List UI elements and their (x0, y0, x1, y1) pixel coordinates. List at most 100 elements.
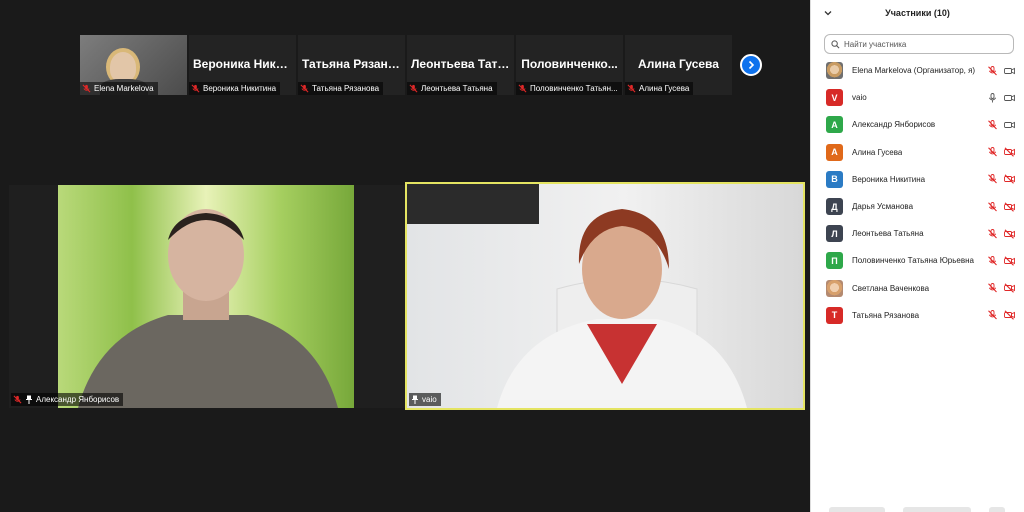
video-tile-vaio[interactable]: vaio (405, 182, 805, 410)
participant-status-icons (987, 283, 1015, 293)
mute-all-button[interactable] (903, 507, 971, 512)
video-tile-label-text: vaio (422, 395, 437, 404)
mic-muted-icon[interactable] (987, 174, 998, 184)
avatar: V (826, 89, 843, 107)
participant-status-icons (987, 228, 1015, 239)
mic-muted-icon[interactable] (987, 147, 998, 157)
avatar (826, 279, 843, 297)
chevron-down-icon[interactable] (823, 8, 833, 18)
participant-status-icons (987, 92, 1015, 103)
video-camera-off-icon[interactable] (1004, 174, 1015, 185)
mic-muted-icon[interactable] (987, 228, 998, 239)
mic-muted-icon[interactable] (987, 283, 998, 293)
video-tile-label: vaio (409, 393, 441, 406)
search-box[interactable] (824, 34, 1014, 54)
participant-row[interactable]: Светлана Ваченкова (811, 275, 1024, 302)
thumbnail-veronika[interactable]: Вероника Ники... Вероника Никитина (189, 35, 296, 95)
video-person-illustration (407, 184, 747, 408)
participant-row[interactable]: Л Леонтьева Татьяна (811, 220, 1024, 247)
panel-footer (811, 506, 1024, 512)
video-camera-off-icon[interactable] (1004, 310, 1015, 320)
thumbnail-big-name: Половинченко... (521, 57, 618, 71)
mic-muted-icon[interactable] (987, 255, 998, 266)
participant-name: Elena Markelova (Организатор, я) (852, 66, 976, 76)
video-feed (58, 185, 354, 408)
pin-icon (412, 395, 418, 404)
participant-status-icons (987, 310, 1015, 320)
video-camera-icon[interactable] (1004, 66, 1015, 76)
mic-icon[interactable] (987, 92, 998, 103)
thumbnail-label: Алина Гусева (625, 82, 694, 95)
thumbnail-label: Вероника Никитина (189, 82, 281, 95)
thumbnail-alina-guseva[interactable]: Алина Гусева Алина Гусева (625, 35, 732, 95)
participant-status-icons (987, 147, 1015, 157)
thumbnail-polovinchenko[interactable]: Половинченко... Половинченко Татьян... (516, 35, 623, 95)
thumbnail-label-text: Половинченко Татьян... (530, 84, 618, 93)
thumbnail-label: Леонтьева Татьяна (407, 82, 497, 95)
video-camera-off-icon[interactable] (1004, 147, 1015, 157)
participant-name: Александр Янборисов (852, 120, 936, 130)
thumbnail-label-text: Алина Гусева (639, 84, 690, 93)
participant-status-icons (987, 201, 1015, 212)
video-feed (407, 184, 803, 408)
video-camera-off-icon[interactable] (1004, 201, 1015, 212)
mic-muted-icon (409, 84, 418, 93)
thumbnail-label: Elena Markelova (80, 82, 158, 95)
thumbnail-label-text: Вероника Никитина (203, 84, 277, 93)
participant-row[interactable]: Elena Markelova (Организатор, я) (811, 57, 1024, 84)
mic-muted-icon[interactable] (987, 120, 998, 130)
participant-row[interactable]: B Вероника Никитина (811, 166, 1024, 193)
video-camera-off-icon[interactable] (1004, 256, 1015, 266)
participant-row[interactable]: Vvaio (811, 84, 1024, 111)
avatar: Д (826, 198, 843, 216)
mic-muted-icon (82, 84, 91, 93)
avatar: B (826, 170, 843, 188)
video-camera-off-icon[interactable] (1004, 229, 1015, 239)
participant-name: Алина Гусева (852, 147, 903, 157)
thumbnail-strip: Elena Markelova Вероника Ники... Вероник… (80, 35, 732, 95)
avatar: T (826, 306, 843, 324)
thumbnail-label-text: Леонтьева Татьяна (421, 84, 493, 93)
thumbnail-label-text: Татьяна Рязанова (312, 84, 380, 93)
video-camera-icon[interactable] (1004, 120, 1015, 130)
thumbnail-big-name: Вероника Ники... (193, 57, 294, 71)
thumbnail-label: Татьяна Рязанова (298, 82, 384, 95)
video-tile-alexander[interactable]: Александр Янборисов (9, 185, 405, 408)
participant-row[interactable]: Д Дарья Усманова (811, 193, 1024, 220)
search-input[interactable] (844, 39, 1004, 49)
mic-muted-icon[interactable] (987, 201, 998, 212)
video-person-head (110, 52, 136, 82)
mic-muted-icon[interactable] (987, 65, 998, 76)
participant-row[interactable]: A Алина Гусева (811, 139, 1024, 166)
invite-button[interactable] (829, 507, 885, 512)
participant-row[interactable]: A Александр Янборисов (811, 111, 1024, 138)
search-icon (831, 39, 840, 48)
thumbnail-leontyeva[interactable]: Леонтьева Тать... Леонтьева Татьяна (407, 35, 514, 95)
pin-icon (26, 395, 32, 404)
mic-muted-icon (627, 84, 636, 93)
avatar: A (826, 143, 843, 161)
participant-status-icons (987, 174, 1015, 185)
thumbnail-elena-markelova[interactable]: Elena Markelova (80, 35, 187, 95)
thumbnail-big-name: Алина Гусева (638, 57, 719, 71)
participant-name: Половинченко Татьяна Юрьевна (852, 256, 974, 266)
mic-muted-icon[interactable] (987, 310, 998, 320)
more-button[interactable] (989, 507, 1005, 512)
avatar (826, 62, 843, 80)
participant-row[interactable]: П Половинченко Татьяна Юрьевна (811, 247, 1024, 274)
video-camera-icon[interactable] (1004, 93, 1015, 103)
participant-name: vaio (852, 93, 867, 103)
chevron-right-icon (748, 60, 755, 70)
participant-name: Леонтьева Татьяна (852, 229, 924, 239)
video-camera-off-icon[interactable] (1004, 283, 1015, 293)
thumbnail-tatyana-ryazanova[interactable]: Татьяна Рязано... Татьяна Рязанова (298, 35, 405, 95)
video-tile-label: Александр Янборисов (11, 393, 124, 406)
participant-status-icons (987, 65, 1015, 76)
participant-list: Elena Markelova (Организатор, я) Vvaio A Ал… (811, 57, 1024, 329)
thumbnail-label: Половинченко Татьян... (516, 82, 622, 95)
thumbnail-label-text: Elena Markelova (94, 84, 154, 93)
mic-muted-icon (191, 84, 200, 93)
next-page-button[interactable] (740, 54, 762, 76)
participant-row[interactable]: T Татьяна Рязанова (811, 302, 1024, 329)
participant-status-icons (987, 255, 1015, 266)
